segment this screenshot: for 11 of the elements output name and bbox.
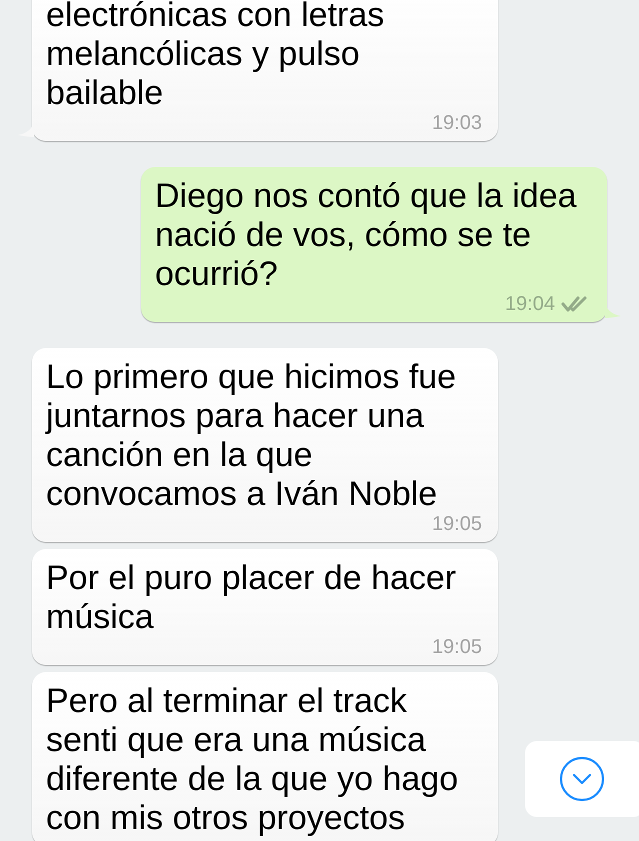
message-time: 19:05	[432, 514, 482, 534]
message-text: Por el puro placer de hacer música	[46, 559, 458, 637]
message-time: 19:05	[432, 637, 482, 657]
message-text: Lo primero que hicimos fue juntarnos para hacer una canción en la que convocamos a Iván Noble	[46, 358, 458, 514]
message-text: Pero al terminar el track senti que era una música diferente de la que yo hago con mis otros proyectos	[46, 682, 460, 838]
message-time: 19:04	[504, 294, 555, 314]
message-text: Diego nos contó que la idea nació de vos, cómo se te ocurrió?	[155, 177, 578, 294]
chevron-down-icon	[559, 756, 605, 802]
message-text: electrónicas con letras melancólicas y pulso bailable	[46, 0, 386, 113]
scroll-down-button[interactable]	[525, 741, 639, 817]
message-time: 19:03	[432, 113, 482, 133]
